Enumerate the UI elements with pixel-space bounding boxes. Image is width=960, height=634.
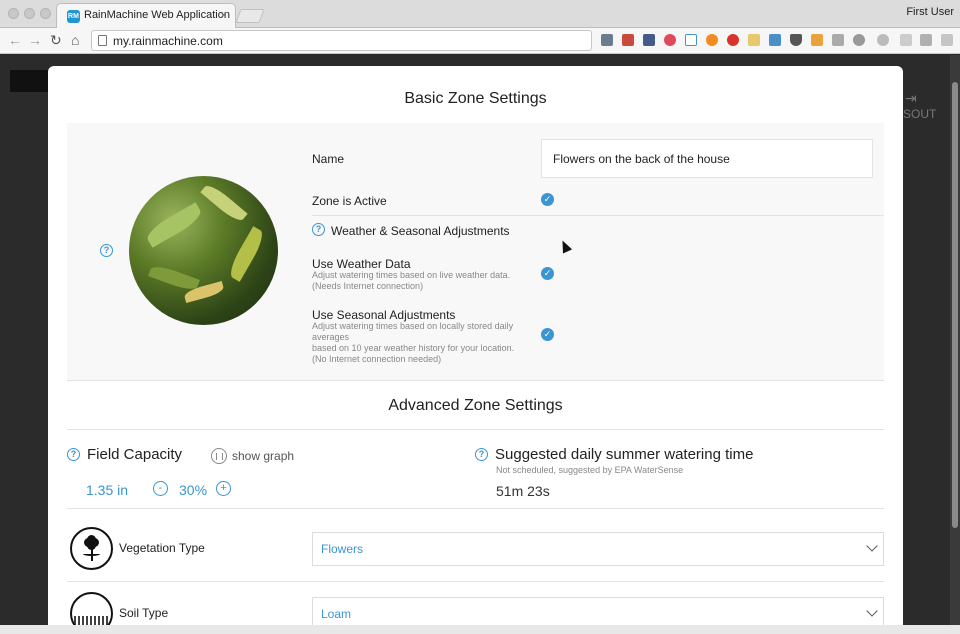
extension-3-icon[interactable]	[643, 34, 655, 46]
vegetation-type-value: Flowers	[321, 542, 364, 556]
suggested-time-value: 51m 23s	[496, 483, 550, 499]
divider	[67, 380, 884, 381]
extension-5-icon[interactable]	[685, 34, 697, 46]
back-icon[interactable]: ←	[8, 32, 22, 48]
pocket-icon[interactable]	[790, 34, 802, 46]
bulb-icon[interactable]	[853, 34, 865, 46]
zone-settings-modal: Basic Zone Settings ? Name Flowers on th…	[48, 66, 903, 634]
extension-15-icon[interactable]	[900, 34, 912, 46]
chevron-down-icon	[866, 540, 878, 552]
use-seasonal-desc: based on 10 year weather history for you…	[312, 343, 515, 353]
extension-16-icon[interactable]	[920, 34, 932, 46]
decrease-button[interactable]: -	[153, 481, 168, 496]
zone-image-help-icon[interactable]: ?	[100, 244, 113, 257]
vegetation-type-label: Vegetation Type	[119, 541, 205, 555]
address-url: my.rainmachine.com	[113, 34, 223, 48]
app-logo	[10, 70, 48, 92]
extension-calendar-icon[interactable]	[622, 34, 634, 46]
suggested-time-note: Not scheduled, suggested by EPA WaterSen…	[496, 465, 684, 475]
window-zoom-button[interactable]	[40, 8, 51, 19]
home-icon[interactable]: ⌂	[71, 32, 79, 48]
advanced-settings-title: Advanced Zone Settings	[388, 397, 563, 414]
window-close-button[interactable]	[8, 8, 19, 19]
logout-link[interactable]: ⇥ SOUT	[903, 90, 936, 121]
divider	[67, 508, 884, 509]
page-icon	[98, 35, 107, 46]
zone-photo[interactable]	[129, 176, 278, 325]
divider	[312, 215, 884, 216]
watering-time-help-icon[interactable]: ?	[475, 448, 488, 461]
suggested-time-label: Suggested daily summer watering time	[495, 446, 754, 463]
field-capacity-value: 1.35 in	[86, 482, 129, 498]
use-seasonal-label: Use Seasonal Adjustments	[312, 308, 456, 322]
zone-name-input[interactable]: Flowers on the back of the house	[541, 139, 873, 178]
profile-name[interactable]: First User	[906, 6, 954, 18]
field-capacity-help-icon[interactable]: ?	[67, 448, 80, 461]
soil-type-value: Loam	[321, 607, 352, 621]
name-label: Name	[312, 152, 345, 166]
tab-close-icon[interactable]: ×	[220, 8, 227, 22]
extension-9-icon[interactable]	[769, 34, 781, 46]
adblock-icon[interactable]	[727, 34, 739, 46]
extension-1-icon[interactable]	[601, 34, 613, 46]
menu-icon[interactable]	[941, 34, 953, 46]
use-seasonal-desc: (No Internet connection needed)	[312, 354, 442, 364]
chevron-down-icon	[866, 605, 878, 617]
reload-icon[interactable]: ↻	[50, 32, 62, 48]
browser-tab[interactable]: RM RainMachine Web Application ×	[56, 3, 236, 28]
use-seasonal-checkbox[interactable]: ✓	[541, 328, 554, 341]
rainmachine-favicon-icon: RM	[67, 10, 80, 23]
camera-icon[interactable]	[832, 34, 844, 46]
scrollbar-thumb[interactable]	[952, 82, 958, 528]
extension-11-icon[interactable]	[811, 34, 823, 46]
logout-icon: ⇥	[905, 90, 917, 106]
use-seasonal-desc: averages	[312, 332, 350, 342]
browser-toolbar: ← → ↻ ⌂ my.rainmachine.com	[0, 28, 960, 54]
extension-14-icon[interactable]	[877, 34, 889, 46]
bottom-bar	[0, 625, 960, 634]
extension-4-icon[interactable]	[664, 34, 676, 46]
extension-6-icon[interactable]	[706, 34, 718, 46]
browser-tabbar: RM RainMachine Web Application × First U…	[0, 0, 960, 28]
new-tab-button[interactable]	[235, 9, 265, 23]
window-minimize-button[interactable]	[24, 8, 35, 19]
zone-active-label: Zone is Active	[312, 194, 387, 208]
field-capacity-label: Field Capacity	[87, 446, 183, 463]
use-seasonal-desc: Adjust watering times based on locally s…	[312, 321, 514, 331]
address-bar[interactable]: my.rainmachine.com	[91, 30, 592, 51]
flower-icon	[70, 527, 113, 570]
use-weather-label: Use Weather Data	[312, 257, 411, 271]
extension-8-icon[interactable]	[748, 34, 760, 46]
zone-active-checkbox[interactable]: ✓	[541, 193, 554, 206]
weather-section-label: Weather & Seasonal Adjustments	[331, 224, 510, 238]
soil-type-label: Soil Type	[119, 606, 169, 620]
basic-settings-title: Basic Zone Settings	[404, 90, 547, 107]
forward-icon[interactable]: →	[28, 32, 42, 48]
divider	[67, 581, 884, 582]
weather-help-icon[interactable]: ?	[312, 223, 325, 236]
tab-title: RainMachine Web Application	[84, 9, 230, 21]
use-weather-checkbox[interactable]: ✓	[541, 267, 554, 280]
vegetation-type-select[interactable]: Flowers	[312, 532, 884, 566]
field-capacity-percent: 30%	[179, 482, 208, 498]
divider	[67, 429, 884, 430]
use-weather-desc: Adjust watering times based on live weat…	[312, 270, 511, 280]
use-weather-desc: (Needs Internet connection)	[312, 281, 424, 291]
show-graph-link[interactable]: show graph	[232, 449, 294, 463]
graph-icon[interactable]	[211, 448, 227, 464]
increase-button[interactable]: +	[216, 481, 231, 496]
